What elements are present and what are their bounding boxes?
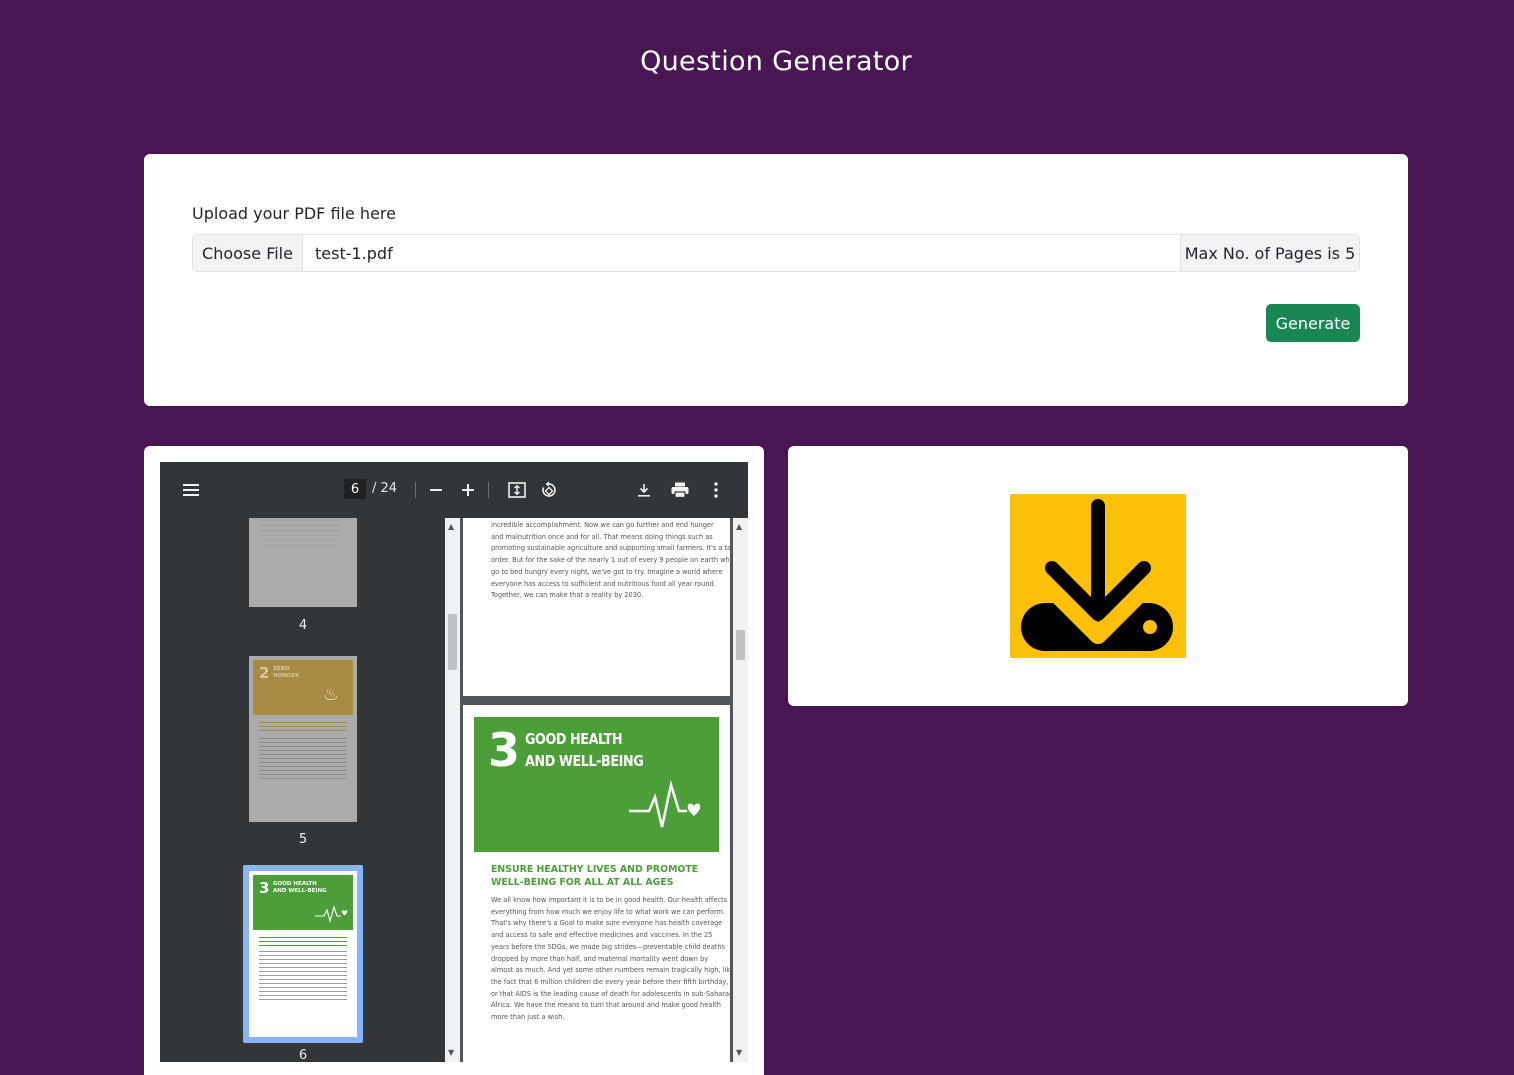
thumbnail-subtitle: [259, 722, 347, 734]
main-scrollbar[interactable]: [733, 518, 748, 1062]
more-options-icon[interactable]: [704, 478, 728, 502]
thumbnail-sdg3-banner: 3 GOOD HEALTH AND WELL-BEING: [253, 875, 353, 930]
thumbnail-page-6[interactable]: 3 GOOD HEALTH AND WELL-BEING: [249, 871, 357, 1037]
menu-icon[interactable]: [180, 478, 204, 502]
generate-button[interactable]: Generate: [1266, 304, 1360, 342]
thumbnail-goal-number: 2: [259, 664, 270, 682]
page-total: / 24: [372, 481, 398, 496]
choose-file-button[interactable]: Choose File: [193, 235, 303, 271]
upload-card: Upload your PDF file here Choose File te…: [144, 154, 1408, 406]
zoom-out-icon[interactable]: [424, 478, 448, 502]
sidebar-scrollbar[interactable]: [445, 518, 460, 1062]
main-scroll-thumb[interactable]: [736, 630, 745, 660]
sidebar-scroll-thumb[interactable]: [448, 614, 457, 670]
thumbnail-text-lines: [260, 520, 340, 548]
pdf-viewer[interactable]: 6 / 24 4 2 ZERO HUNGER ♨ 5 3 GOOD HEALTH…: [160, 462, 748, 1062]
thumbnail-number: 4: [298, 618, 308, 633]
scroll-down-arrow[interactable]: ▼: [736, 1048, 742, 1057]
upload-label: Upload your PDF file here: [192, 204, 396, 223]
max-pages-addon: Max No. of Pages is 5: [1180, 235, 1359, 271]
goal-title-line1: GOOD HEALTH: [525, 730, 623, 748]
thumbnail-subtitle: [259, 937, 347, 947]
file-input-group[interactable]: Choose File test-1.pdf Max No. of Pages …: [192, 234, 1360, 272]
pdf-preview-card: 6 / 24 4 2 ZERO HUNGER ♨ 5 3 GOOD HEALTH…: [144, 446, 764, 1075]
thumbnail-page-5[interactable]: 2 ZERO HUNGER ♨: [249, 656, 357, 822]
file-name-field[interactable]: test-1.pdf: [303, 235, 1180, 271]
goal-number: 3: [488, 723, 521, 777]
download-card: [788, 446, 1408, 706]
page-title: Question Generator: [640, 46, 912, 77]
sdg-goal-banner: 3 GOOD HEALTH AND WELL-BEING: [474, 717, 719, 852]
pdf-page-6: 3 GOOD HEALTH AND WELL-BEING ENSURE HEAL…: [463, 705, 734, 1062]
toolbar-divider: [488, 482, 489, 498]
pdf-page-5: incredible accomplishment. Now we can go…: [463, 518, 735, 696]
print-icon[interactable]: [668, 478, 692, 502]
thumbnail-goal-title: ZERO HUNGER: [273, 666, 300, 679]
thumbnail-goal-title: GOOD HEALTH AND WELL-BEING: [273, 881, 327, 894]
thumbnail-page-4[interactable]: [249, 518, 357, 607]
page-number-input[interactable]: 6: [344, 479, 366, 499]
goal-title-line2: AND WELL-BEING: [525, 752, 644, 770]
thumbnail-goal-number: 3: [259, 879, 270, 897]
heartbeat-icon: [315, 905, 348, 923]
scroll-up-arrow[interactable]: ▲: [736, 522, 742, 531]
bowl-icon: ♨: [323, 684, 340, 705]
download-button[interactable]: [1010, 494, 1186, 658]
zoom-in-icon[interactable]: [456, 478, 480, 502]
pdf-toolbar: 6 / 24: [160, 462, 748, 518]
scroll-up-arrow[interactable]: ▲: [448, 522, 454, 531]
thumbnail-text-lines: [259, 951, 347, 1001]
page-body-text: incredible accomplishment. Now we can go…: [491, 521, 735, 600]
page-body-text: We all know how important it is to be in…: [491, 896, 734, 1022]
rotate-icon[interactable]: [537, 478, 561, 502]
thumbnail-sidebar[interactable]: 4 2 ZERO HUNGER ♨ 5 3 GOOD HEALTH AND WE…: [160, 518, 445, 1062]
download-icon: [1021, 499, 1173, 651]
thumbnail-sdg2-banner: 2 ZERO HUNGER ♨: [253, 660, 353, 715]
goal-subtitle: ENSURE HEALTHY LIVES AND PROMOTE WELL-BE…: [491, 864, 699, 888]
fit-page-icon[interactable]: [505, 478, 529, 502]
thumbnail-number: 5: [298, 832, 308, 847]
thumbnail-text-lines: [259, 738, 347, 782]
scroll-down-arrow[interactable]: ▼: [448, 1048, 454, 1057]
pdf-page-area[interactable]: incredible accomplishment. Now we can go…: [460, 518, 735, 1062]
heartbeat-icon: [629, 780, 701, 828]
download-icon[interactable]: [632, 478, 656, 502]
toolbar-divider: [415, 482, 416, 498]
thumbnail-number: 6: [298, 1048, 308, 1062]
